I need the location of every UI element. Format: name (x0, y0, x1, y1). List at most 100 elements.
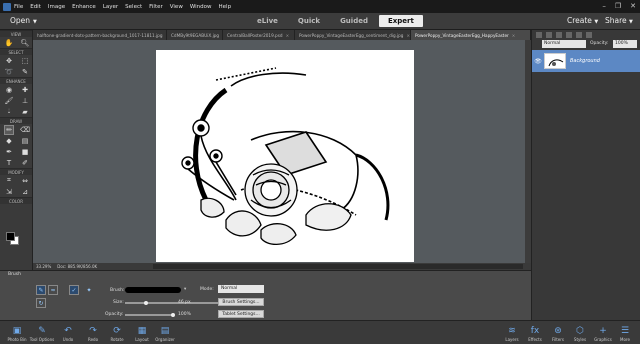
foreground-color-swatch[interactable] (6, 232, 15, 241)
brush-dropdown-icon[interactable]: ▾ (184, 287, 186, 292)
size-value: 46 px (178, 300, 191, 305)
content-aware-move-icon[interactable]: ⇲ (4, 187, 14, 197)
panel-toolbar (532, 30, 640, 40)
mode-quick[interactable]: Quick (289, 15, 329, 27)
eye-icon[interactable]: ◉ (4, 85, 14, 95)
tab-document-active[interactable]: PowerPoppy_VintageEasterEgg_HappyEaster × (411, 30, 531, 40)
maximize-button[interactable]: ❐ (615, 2, 621, 10)
straighten-icon[interactable]: ⊿ (20, 187, 30, 197)
spot-healing-icon[interactable]: ✚ (20, 85, 30, 95)
shape-icon[interactable]: ■ (20, 147, 30, 157)
brush-preview-stroke[interactable] (125, 287, 181, 293)
open-button[interactable]: Open ▼ (10, 16, 37, 25)
trash-icon[interactable] (586, 32, 592, 38)
tablet-settings-button[interactable]: Tablet Settings... (218, 310, 264, 318)
tablet-pressure-icon[interactable]: ✦ (84, 285, 94, 295)
rotate-icon: ⟳ (113, 325, 121, 336)
opacity-field[interactable]: 100% (613, 40, 637, 48)
section-draw: DRAW (0, 117, 32, 124)
mode-bar: Open ▼ eLive Quick Guided Expert Create ▼… (0, 13, 640, 30)
marquee-icon[interactable]: ⬚ (20, 56, 30, 66)
section-view: VIEW (0, 30, 32, 37)
layer-name: Background (570, 58, 600, 64)
minimize-button[interactable]: – (602, 2, 606, 10)
pencil-icon[interactable]: ✐ (20, 158, 30, 168)
blur-icon[interactable]: 💧︎ (4, 107, 14, 117)
brush-tool-icon[interactable]: ✏ (4, 124, 14, 135)
menu-edit[interactable]: Edit (30, 4, 41, 10)
section-enhance: ENHANCE (0, 77, 32, 84)
lock-icon[interactable] (576, 32, 582, 38)
quick-selection-icon[interactable]: ✎ (20, 67, 30, 77)
brush-mode-icon[interactable]: ✎ (36, 285, 46, 295)
tab-document[interactable]: CentralBallPoster2019.psd × (223, 30, 295, 40)
paint-bucket-icon[interactable]: ◆ (4, 136, 14, 146)
blend-mode-select[interactable]: Normal (542, 40, 586, 48)
filters-icon: ⊛ (554, 325, 562, 336)
mode-guided[interactable]: Guided (331, 15, 377, 27)
menu-filter[interactable]: Filter (149, 4, 163, 10)
close-button[interactable]: ✕ (630, 2, 636, 10)
opacity-slider-knob[interactable] (171, 313, 175, 317)
layer-thumbnail-image (548, 59, 564, 67)
opacity-label: Opacity: (105, 312, 124, 317)
eraser-icon[interactable]: ⌫ (20, 125, 30, 135)
adjustment-layer-icon[interactable] (556, 32, 562, 38)
sponge-icon[interactable]: ▰ (20, 107, 30, 117)
move-tool-icon[interactable]: ✥ (4, 56, 14, 66)
visibility-eye-icon[interactable]: 👁︎ (532, 58, 544, 65)
mode-expert[interactable]: Expert (378, 15, 423, 27)
airbrush-icon[interactable]: ✓ (69, 285, 79, 295)
new-layer-icon[interactable] (536, 32, 542, 38)
document-canvas[interactable] (156, 50, 414, 262)
menu-layer[interactable]: Layer (103, 4, 118, 10)
gradient-icon[interactable]: ▤ (20, 136, 30, 146)
mask-icon[interactable] (566, 32, 572, 38)
lasso-icon[interactable]: ➰ (4, 67, 14, 77)
canvas-area (33, 40, 531, 263)
opacity-slider[interactable] (125, 313, 175, 317)
hand-icon[interactable]: ✋ (4, 38, 14, 48)
share-button[interactable]: Share ▼ (605, 16, 633, 25)
tab-document[interactable]: CdMBy9t9EGABUiX.jpg× (167, 30, 223, 40)
section-modify: MODIFY (0, 168, 32, 175)
recompose-icon[interactable]: ⇔ (20, 176, 30, 186)
clone-stamp-icon[interactable]: ⊥ (20, 96, 30, 106)
organizer-button[interactable]: ▤ Organizer (150, 322, 180, 344)
brush-settings-button[interactable]: Brush Settings... (218, 298, 264, 306)
effects-icon: fx (530, 325, 540, 336)
color-picker-icon[interactable]: ✒ (4, 147, 14, 157)
app-logo (0, 0, 14, 13)
color-replacement-icon[interactable]: ↻ (36, 298, 46, 308)
new-group-icon[interactable] (546, 32, 552, 38)
mode-select[interactable]: Normal (218, 285, 264, 293)
tab-document[interactable]: PowerPoppy_VintageEasterEgg_sentiment_di… (295, 30, 411, 40)
horizontal-scrollbar[interactable] (153, 264, 523, 269)
menu-select[interactable]: Select (125, 4, 142, 10)
create-button[interactable]: Create ▼ (567, 16, 598, 25)
doc-size: Doc: 885.9K/856.0K (57, 264, 98, 269)
smart-brush-icon[interactable]: 🖌︎ (4, 96, 14, 106)
layers-panel: Normal Opacity: 100% 👁︎ Background (531, 30, 640, 320)
menu-file[interactable]: File (14, 4, 23, 10)
tab-document[interactable]: halftone-gradient-dots-pattern-backgroun… (33, 30, 167, 40)
menu-help[interactable]: Help (219, 4, 232, 10)
mode-switcher: eLive Quick Guided Expert (248, 15, 423, 27)
menu-window[interactable]: Window (190, 4, 212, 10)
impressionist-brush-icon[interactable]: ≈ (48, 285, 58, 295)
more-button[interactable]: ☰ More (610, 322, 640, 344)
menu-enhance[interactable]: Enhance (72, 4, 96, 10)
type-icon[interactable]: T (4, 158, 14, 168)
layout-icon: ▦ (137, 325, 147, 336)
size-slider-knob[interactable] (143, 301, 148, 305)
bottom-bar: ▣ Photo Bin ✎ Tool Options ↶ Undo ↷ Redo ⟳ Ro… (0, 320, 640, 344)
photoshop-elements-window: File Edit Image Enhance Layer Select Fil… (0, 0, 640, 344)
crop-icon[interactable]: ⌗ (4, 176, 14, 186)
undo-icon: ↶ (64, 325, 72, 336)
menu-view[interactable]: View (170, 4, 183, 10)
layer-thumbnail (544, 53, 566, 69)
zoom-icon[interactable]: 🔍︎ (20, 38, 30, 48)
menu-image[interactable]: Image (48, 4, 65, 10)
mode-elive[interactable]: eLive (248, 15, 287, 27)
layer-row-background[interactable]: 👁︎ Background (532, 50, 640, 72)
